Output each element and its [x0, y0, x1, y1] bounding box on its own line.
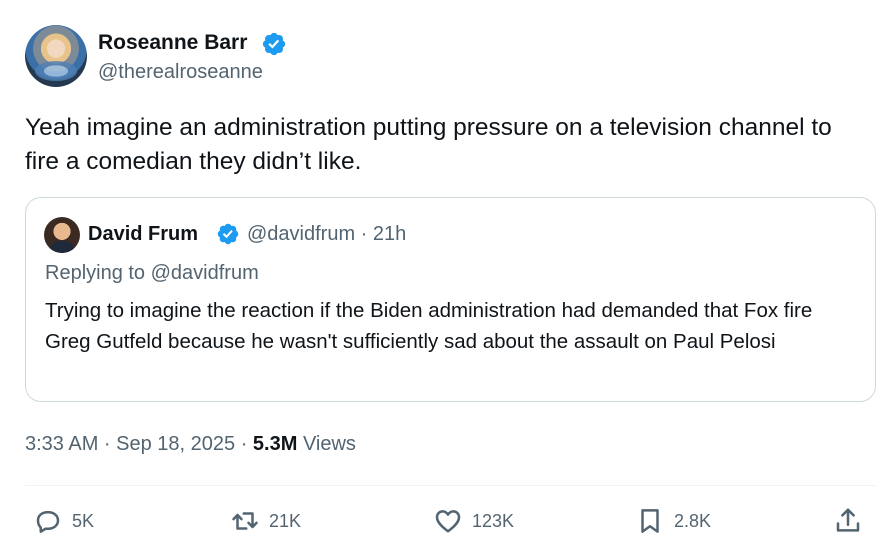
- speech-bubble-icon: [36, 511, 60, 533]
- quote-avatar[interactable]: [44, 217, 80, 253]
- bookmark-icon: [641, 509, 659, 533]
- views-label: Views: [297, 433, 356, 455]
- views-count: 5.3M: [252, 433, 298, 455]
- share-upload-icon: [836, 508, 860, 532]
- tweet-meta: 3:33 AM · Sep 18, 2025 · 5.3M Views: [25, 430, 356, 458]
- like-button[interactable]: 123K: [433, 506, 514, 536]
- replying-to: Replying to @davidfrum: [45, 261, 259, 285]
- repost-arrows-icon: [232, 512, 258, 530]
- author-handle[interactable]: @therealroseanne: [98, 59, 263, 85]
- timestamp-link[interactable]: 3:33 AM · Sep 18, 2025 ·: [25, 433, 253, 455]
- share-button[interactable]: [833, 506, 863, 536]
- quote-author-name[interactable]: David Frum: [88, 222, 198, 246]
- replying-mention-link[interactable]: @davidfrum: [151, 262, 259, 284]
- reply-button[interactable]: 5K: [33, 506, 94, 536]
- bookmark-button[interactable]: 2.8K: [635, 506, 711, 536]
- quoted-tweet[interactable]: David Frum @davidfrum · 21h Replying to …: [25, 197, 876, 402]
- like-count: 123K: [472, 511, 515, 531]
- quote-text: Trying to imagine the reaction if the Bi…: [45, 299, 813, 353]
- replying-prefix: Replying to: [45, 262, 151, 284]
- divider: [25, 485, 876, 486]
- reply-count: 5K: [72, 511, 95, 531]
- heart-icon: [435, 510, 461, 533]
- tweet-author[interactable]: Roseanne Barr @therealroseanne: [25, 25, 625, 87]
- repost-count: 21K: [269, 511, 302, 531]
- author-name[interactable]: Roseanne Barr: [98, 30, 247, 56]
- action-bar: 5K 21K 123K 2.8K: [25, 500, 876, 542]
- quote-handle-time[interactable]: @davidfrum · 21h: [247, 222, 406, 246]
- repost-button[interactable]: 21K: [230, 506, 301, 536]
- bookmark-count: 2.8K: [674, 511, 712, 531]
- avatar[interactable]: [25, 25, 87, 87]
- tweet-text: Yeah imagine an administration putting p…: [25, 114, 832, 175]
- verified-badge-icon: [262, 32, 286, 56]
- verified-badge-icon: [217, 223, 239, 245]
